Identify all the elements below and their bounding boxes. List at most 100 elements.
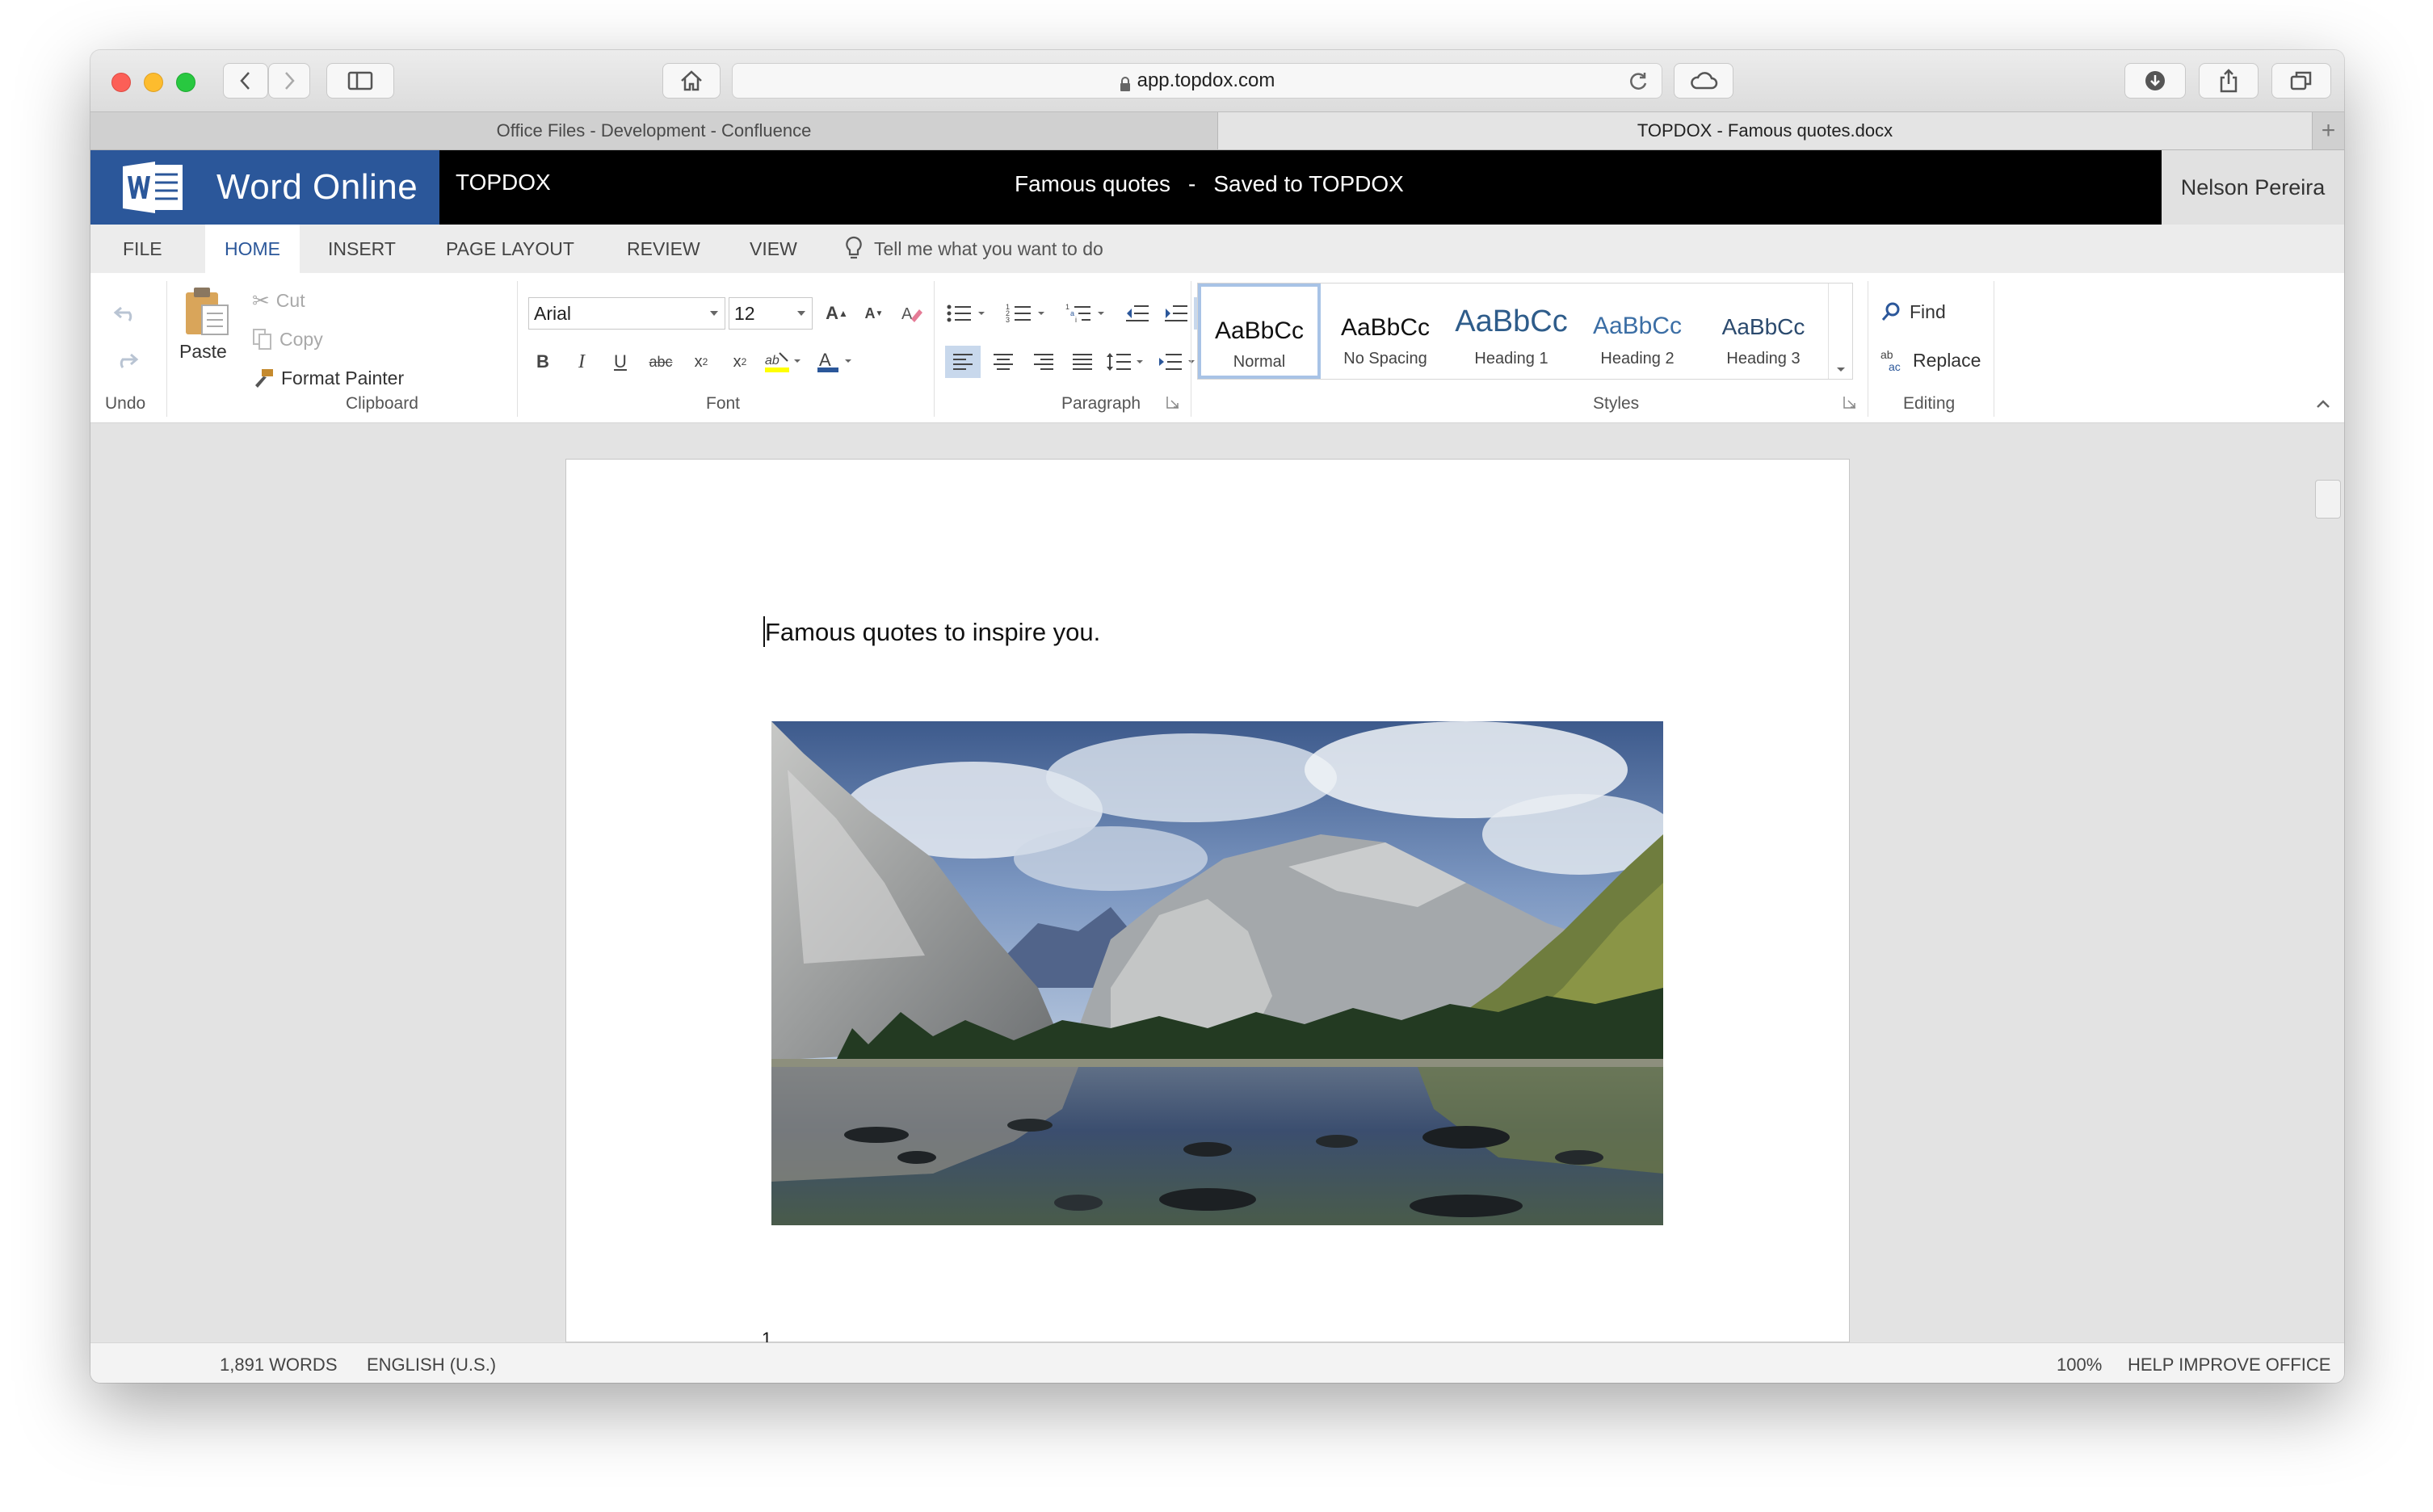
align-center-icon[interactable] [985, 346, 1021, 378]
grow-font-icon[interactable]: A ▲ [821, 297, 853, 330]
align-left-icon[interactable] [945, 346, 981, 378]
collapse-ribbon-icon[interactable] [2312, 393, 2334, 415]
font-family-select[interactable]: Arial [528, 297, 725, 330]
language-indicator[interactable]: ENGLISH (U.S.) [367, 1354, 496, 1376]
chevron-down-icon [797, 311, 805, 316]
align-right-icon[interactable] [1026, 346, 1061, 378]
group-divider [934, 281, 935, 417]
styles-dialog-launcher-icon[interactable] [1840, 393, 1859, 412]
search-icon [1881, 302, 1900, 321]
back-button[interactable] [223, 63, 268, 99]
group-label-undo: Undo [105, 394, 146, 413]
zoom-level[interactable]: 100% [2057, 1354, 2102, 1376]
redo-icon[interactable] [110, 344, 142, 376]
numbering-icon[interactable]: 123 [1003, 297, 1057, 330]
tab-file[interactable]: FILE [123, 225, 162, 273]
tab-overview-button[interactable] [2271, 63, 2331, 99]
style-no-spacing[interactable]: AaBbCc No Spacing [1324, 284, 1447, 379]
forward-button[interactable] [268, 63, 310, 99]
tab-confluence[interactable]: Office Files - Development - Confluence [90, 112, 1218, 149]
style-sample: AaBbCc [1214, 317, 1305, 344]
style-sample: AaBbCc [1340, 314, 1431, 341]
style-normal[interactable]: AaBbCc Normal [1198, 284, 1321, 379]
new-tab-button[interactable]: + [2312, 112, 2344, 149]
close-window-button[interactable] [111, 73, 131, 92]
strikethrough-icon[interactable]: abc [643, 346, 679, 378]
share-icon [2220, 69, 2238, 93]
shrink-font-icon[interactable]: A ▼ [858, 297, 890, 330]
ribbon-tabs: FILE HOME INSERT PAGE LAYOUT REVIEW VIEW… [90, 225, 2344, 273]
tab-insert[interactable]: INSERT [328, 225, 396, 273]
chevron-down-icon [710, 311, 718, 316]
bullets-icon[interactable] [943, 297, 997, 330]
browser-toolbar: app.topdox.com [90, 50, 2344, 111]
user-account[interactable]: Nelson Pereira [2162, 150, 2344, 225]
multilevel-list-icon[interactable]: 1ai [1063, 297, 1116, 330]
tab-page-layout[interactable]: PAGE LAYOUT [446, 225, 574, 273]
subscript-icon[interactable]: x2 [685, 346, 717, 378]
app-launcher[interactable]: Word Online [90, 150, 439, 225]
clear-formatting-icon[interactable]: A [895, 297, 927, 330]
scissors-icon: ✂ [252, 288, 270, 313]
copy-button[interactable]: Copy [252, 323, 323, 355]
home-button[interactable] [662, 63, 721, 99]
tab-view[interactable]: VIEW [750, 225, 797, 273]
paste-label: Paste [179, 341, 227, 362]
format-painter-button[interactable]: Format Painter [252, 362, 404, 394]
justify-icon[interactable] [1065, 346, 1100, 378]
svg-text:i: i [1075, 316, 1077, 324]
superscript-icon[interactable]: x2 [724, 346, 756, 378]
document-page[interactable]: Famous quotes to inspire you. 1 [565, 459, 1850, 1349]
downloads-button[interactable] [2124, 63, 2186, 99]
share-button[interactable] [2199, 63, 2259, 99]
tab-review[interactable]: REVIEW [627, 225, 700, 273]
word-count[interactable]: 1,891 WORDS [220, 1354, 338, 1376]
sidebar-button[interactable] [326, 63, 394, 99]
landscape-photo[interactable] [771, 721, 1663, 1225]
style-heading-3[interactable]: AaBbCc Heading 3 [1702, 284, 1825, 379]
style-heading-1[interactable]: AaBbCc Heading 1 [1450, 284, 1573, 379]
tell-me-search[interactable]: Tell me what you want to do [845, 225, 1103, 273]
undo-icon[interactable] [110, 297, 142, 330]
word-logo-icon [123, 160, 184, 215]
lock-icon [1120, 74, 1131, 91]
help-improve-office-link[interactable]: HELP IMPROVE OFFICE [2128, 1354, 2330, 1376]
increase-indent-icon[interactable] [1160, 297, 1192, 330]
paste-button[interactable]: Paste [179, 284, 237, 365]
font-size-select[interactable]: 12 [729, 297, 813, 330]
style-heading-2[interactable]: AaBbCc Heading 2 [1576, 284, 1699, 379]
tell-me-text: Tell me what you want to do [874, 237, 1103, 259]
find-button[interactable]: Find [1880, 296, 1946, 328]
tab-home[interactable]: HOME [205, 225, 300, 273]
replace-button[interactable]: ab ac Replace [1880, 344, 1981, 376]
find-label: Find [1910, 300, 1946, 322]
format-painter-label: Format Painter [281, 367, 405, 388]
zoom-window-button[interactable] [176, 73, 195, 92]
document-title[interactable]: Famous quotes - Saved to TOPDOX [1015, 171, 1404, 197]
paragraph-spacing-icon[interactable] [1155, 346, 1200, 378]
font-color-icon[interactable]: A [814, 346, 856, 378]
document-location-link[interactable]: TOPDOX [456, 170, 551, 195]
ribbon-home: Undo Paste ✂ Cut Copy Format Painter Cli… [90, 273, 2344, 423]
bold-icon[interactable]: B [528, 346, 557, 378]
vertical-scrollbar-thumb[interactable] [2315, 480, 2341, 519]
italic-icon[interactable]: I [567, 346, 596, 378]
decrease-indent-icon[interactable] [1121, 297, 1153, 330]
chevron-left-icon [240, 72, 250, 90]
underline-icon[interactable]: U [606, 346, 635, 378]
line-spacing-icon[interactable] [1103, 346, 1149, 378]
address-bar[interactable]: app.topdox.com [732, 63, 1662, 99]
reload-icon[interactable] [1628, 71, 1649, 98]
tab-title: TOPDOX - Famous quotes.docx [1637, 120, 1893, 141]
cloud-icon [1691, 72, 1718, 90]
paragraph-dialog-launcher-icon[interactable] [1163, 393, 1183, 412]
icloud-tabs-button[interactable] [1674, 63, 1733, 99]
highlight-color-icon[interactable]: ab [761, 346, 806, 378]
styles-more-button[interactable] [1828, 284, 1852, 379]
save-status: Saved to TOPDOX [1213, 171, 1404, 196]
tab-famous-quotes[interactable]: TOPDOX - Famous quotes.docx [1218, 112, 2312, 149]
document-paragraph[interactable]: Famous quotes to inspire you. [765, 618, 1100, 647]
group-label-paragraph: Paragraph [1061, 394, 1141, 413]
cut-button[interactable]: ✂ Cut [252, 284, 305, 317]
minimize-window-button[interactable] [144, 73, 163, 92]
